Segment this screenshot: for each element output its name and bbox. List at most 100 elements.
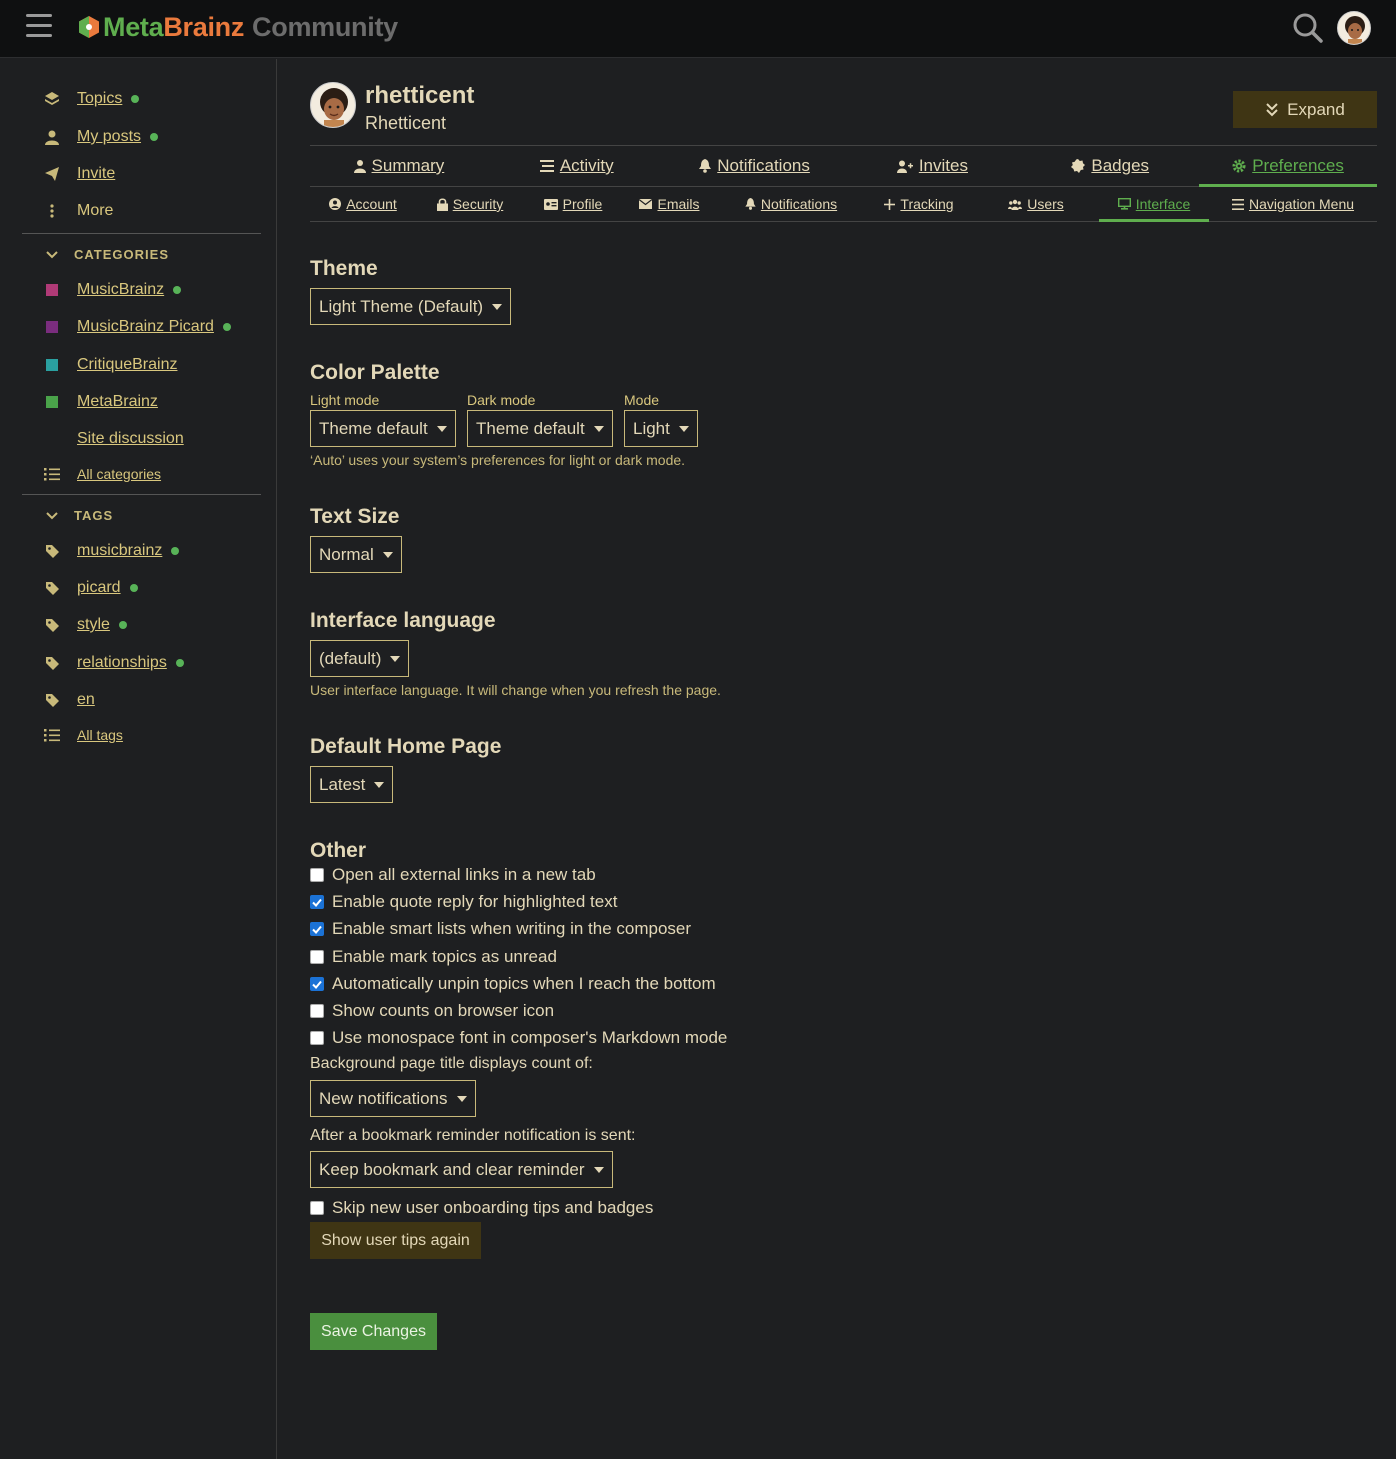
- tab-label: Badges: [1091, 156, 1150, 175]
- site-logo[interactable]: Meta Brainz Community: [78, 11, 398, 43]
- checkbox-auto-unpin[interactable]: Automatically unpin topics when I reach …: [310, 973, 716, 995]
- sidebar-category-musicbrainz[interactable]: MusicBrainz: [42, 278, 182, 302]
- tag-label[interactable]: musicbrainz: [77, 542, 162, 560]
- checkbox[interactable]: [310, 1031, 324, 1045]
- tab-summary[interactable]: Summary: [310, 146, 488, 186]
- sidebar-all-tags[interactable]: All tags: [42, 723, 123, 747]
- tab-invites[interactable]: Invites: [843, 146, 1021, 186]
- checkbox-quote-reply[interactable]: Enable quote reply for highlighted text: [310, 891, 617, 913]
- sidebar-item-label[interactable]: Topics: [77, 90, 122, 108]
- subtab-label: Navigation Menu: [1248, 196, 1355, 212]
- tab-badges[interactable]: Badges: [1021, 146, 1199, 186]
- checkbox[interactable]: [310, 895, 324, 909]
- dark-mode-select[interactable]: Theme default: [467, 410, 613, 447]
- gear-icon: [1232, 159, 1246, 173]
- title-count-select[interactable]: New notifications: [310, 1080, 476, 1117]
- all-tags-link[interactable]: All tags: [77, 727, 123, 743]
- user-avatar-button[interactable]: [1337, 11, 1371, 45]
- sidebar-item-my-posts[interactable]: My posts: [42, 125, 159, 149]
- bell-icon: [745, 198, 756, 210]
- subtab-tracking[interactable]: Tracking: [865, 187, 973, 221]
- sidebar-tag-picard[interactable]: picard: [42, 576, 138, 600]
- checkbox-browser-icon-counts[interactable]: Show counts on browser icon: [310, 1000, 554, 1022]
- all-categories-link[interactable]: All categories: [77, 466, 161, 482]
- sidebar-item-label[interactable]: Invite: [77, 165, 115, 183]
- bookmark-reminder-select[interactable]: Keep bookmark and clear reminder: [310, 1151, 613, 1188]
- subtab-notifications[interactable]: Notifications: [717, 187, 865, 221]
- checkbox-smart-lists[interactable]: Enable smart lists when writing in the c…: [310, 918, 691, 940]
- sidebar-tag-en[interactable]: en: [42, 688, 95, 712]
- checkbox[interactable]: [310, 950, 324, 964]
- subtab-account[interactable]: Account: [310, 187, 416, 221]
- sidebar-item-label[interactable]: My posts: [77, 128, 141, 146]
- sidebar-tag-musicbrainz[interactable]: musicbrainz: [42, 539, 180, 563]
- mode-select[interactable]: Light: [624, 410, 698, 447]
- tag-label[interactable]: style: [77, 616, 110, 634]
- interface-language-select[interactable]: (default): [310, 640, 410, 677]
- tab-label: Preferences: [1252, 156, 1344, 175]
- light-mode-select[interactable]: Theme default: [310, 410, 456, 447]
- checkbox-label: Use monospace font in composer's Markdow…: [332, 1028, 728, 1047]
- sidebar-item-invite[interactable]: Invite: [42, 162, 115, 186]
- checkbox[interactable]: [310, 1201, 324, 1215]
- tab-label: Invites: [918, 156, 968, 175]
- sidebar-tag-style[interactable]: style: [42, 613, 127, 637]
- tags-heading: TAGS: [74, 508, 114, 523]
- new-indicator-dot: [129, 584, 138, 592]
- save-changes-button[interactable]: Save Changes: [310, 1313, 437, 1350]
- subtab-users[interactable]: Users: [973, 187, 1099, 221]
- category-label[interactable]: MusicBrainz: [77, 281, 164, 299]
- sidebar-category-metabrainz[interactable]: MetaBrainz: [42, 390, 158, 414]
- checkbox[interactable]: [310, 1004, 324, 1018]
- top-header: Meta Brainz Community: [0, 0, 1396, 58]
- sidebar-item-topics[interactable]: Topics: [42, 87, 140, 111]
- category-label[interactable]: CritiqueBrainz: [77, 356, 177, 374]
- checkbox-skip-onboarding-tips[interactable]: Skip new user onboarding tips and badges: [310, 1197, 653, 1219]
- profile-avatar[interactable]: [310, 82, 356, 128]
- sidebar-item-label[interactable]: More: [77, 202, 113, 220]
- tag-label[interactable]: en: [77, 691, 95, 709]
- sidebar-tag-relationships[interactable]: relationships: [42, 651, 184, 675]
- category-label[interactable]: MusicBrainz Picard: [77, 318, 214, 336]
- category-color-square: [42, 284, 62, 296]
- sidebar-all-categories[interactable]: All categories: [42, 462, 161, 486]
- default-home-page-select[interactable]: Latest: [310, 766, 394, 803]
- subtab-security[interactable]: Security: [416, 187, 524, 221]
- category-label[interactable]: Site discussion: [77, 430, 184, 448]
- sidebar-category-musicbrainz-picard[interactable]: MusicBrainz Picard: [42, 315, 231, 339]
- subtab-interface[interactable]: Interface: [1099, 187, 1209, 222]
- caret-down-icon: [374, 781, 385, 788]
- hamburger-menu-icon[interactable]: [26, 14, 52, 38]
- checkbox-monospace-font[interactable]: Use monospace font in composer's Markdow…: [310, 1027, 727, 1049]
- tags-section-toggle[interactable]: TAGS: [42, 508, 113, 523]
- text-size-select[interactable]: Normal: [310, 536, 402, 573]
- checkbox[interactable]: [310, 977, 324, 991]
- subtab-navigation-menu[interactable]: Navigation Menu: [1209, 187, 1377, 221]
- caret-down-icon: [382, 551, 393, 558]
- tag-label[interactable]: picard: [77, 579, 121, 597]
- categories-section-toggle[interactable]: CATEGORIES: [42, 247, 169, 262]
- new-indicator-dot: [175, 659, 184, 667]
- tab-preferences[interactable]: Preferences: [1199, 146, 1377, 187]
- sidebar-category-site-discussion[interactable]: Site discussion: [42, 427, 184, 451]
- checkbox-open-external-links[interactable]: Open all external links in a new tab: [310, 864, 596, 886]
- checkbox-mark-unread[interactable]: Enable mark topics as unread: [310, 946, 557, 968]
- subtab-label: Profile: [562, 196, 603, 212]
- subtab-emails[interactable]: Emails: [622, 187, 717, 221]
- search-icon[interactable]: [1292, 12, 1324, 44]
- sidebar-item-more[interactable]: More: [42, 199, 113, 223]
- subtab-profile[interactable]: Profile: [524, 187, 622, 221]
- checkbox[interactable]: [310, 868, 324, 882]
- checkbox[interactable]: [310, 922, 324, 936]
- new-indicator-dot: [118, 621, 127, 629]
- category-label[interactable]: MetaBrainz: [77, 393, 158, 411]
- tab-notifications[interactable]: Notifications: [666, 146, 844, 186]
- theme-select[interactable]: Light Theme (Default): [310, 288, 512, 325]
- sidebar-category-critiquebrainz[interactable]: CritiqueBrainz: [42, 353, 177, 377]
- tab-label: Activity: [559, 156, 614, 175]
- show-user-tips-button[interactable]: Show user tips again: [310, 1222, 481, 1259]
- tag-label[interactable]: relationships: [77, 654, 167, 672]
- tab-activity[interactable]: Activity: [488, 146, 666, 186]
- expand-profile-button[interactable]: Expand: [1233, 91, 1377, 128]
- subtab-label: Account: [346, 196, 397, 212]
